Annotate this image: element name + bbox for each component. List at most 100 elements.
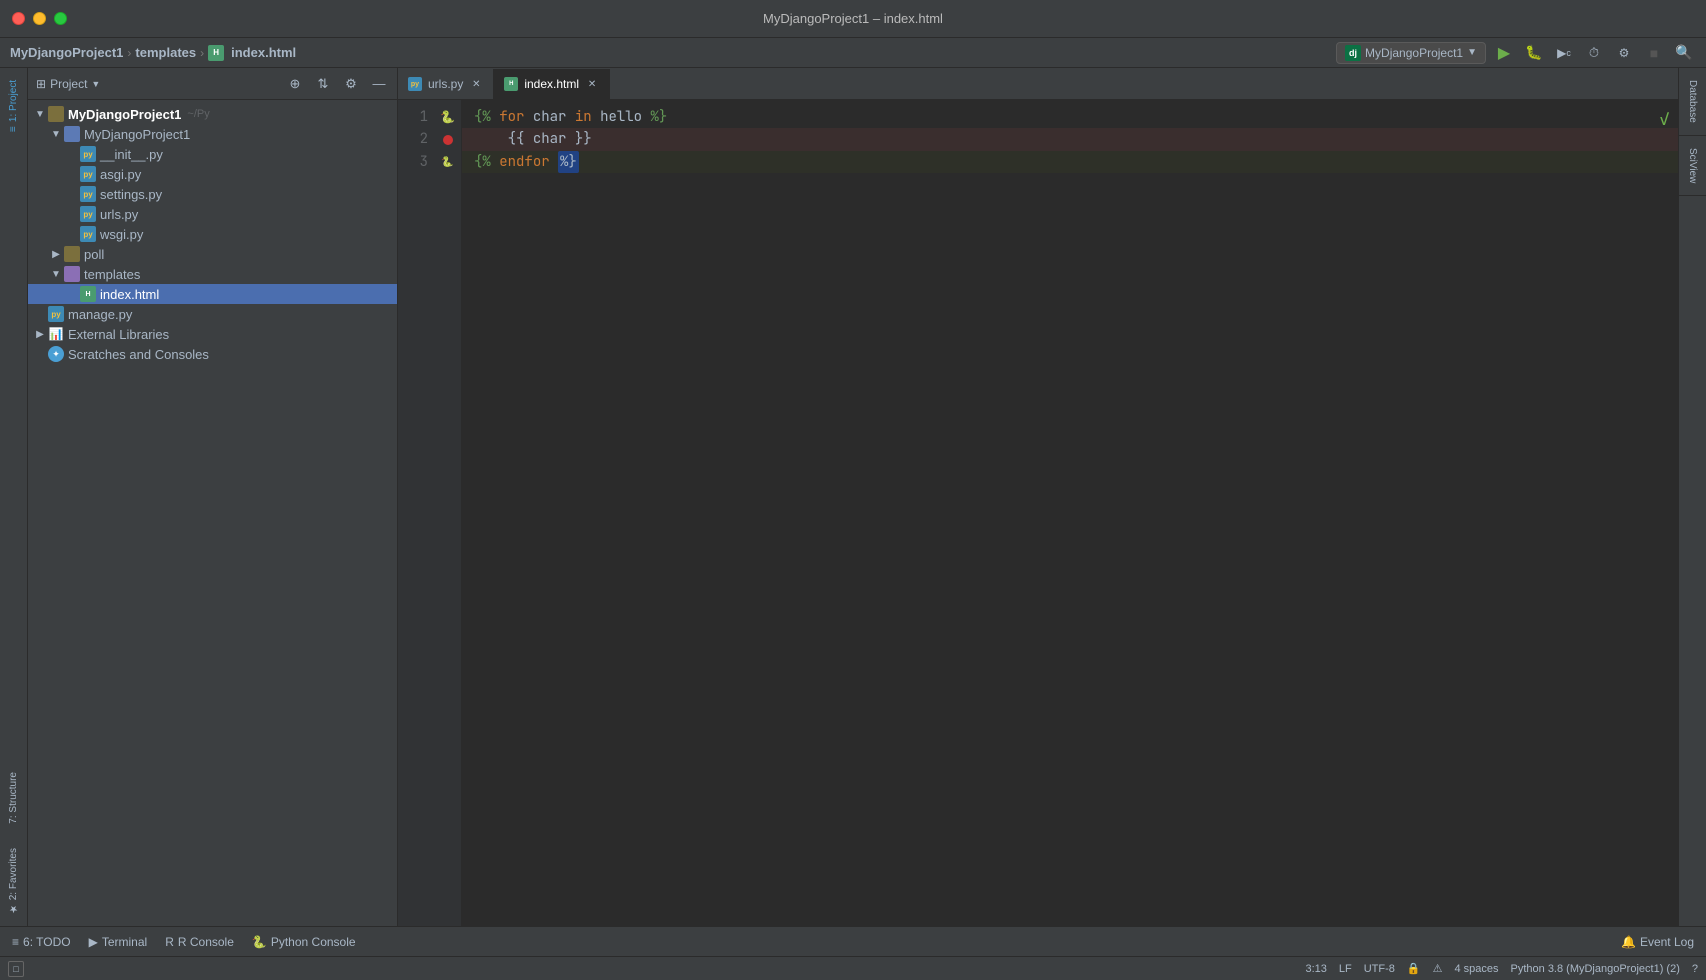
tab-close-urls[interactable]: ✕	[469, 77, 483, 91]
editor-area: py urls.py ✕ H index.html ✕ 1 2 3 🐍	[398, 68, 1678, 926]
tree-label-index-html: index.html	[100, 287, 159, 302]
code-space	[491, 106, 499, 128]
right-sidebar: Database SciView	[1678, 68, 1706, 926]
status-position[interactable]: 3:13	[1305, 963, 1326, 975]
run-config-dropdown-icon: ▼	[1467, 47, 1477, 58]
maximize-button[interactable]	[54, 12, 67, 25]
build-button[interactable]: ⚙	[1612, 41, 1636, 65]
breakpoint-line2[interactable]	[443, 135, 453, 145]
breadcrumb-templates[interactable]: templates	[135, 45, 196, 60]
status-help-icon[interactable]: ?	[1692, 963, 1698, 975]
search-everywhere-button[interactable]: 🔍	[1672, 41, 1696, 65]
bottom-tab-rconsole[interactable]: R R Console	[157, 931, 242, 953]
code-dbl-close: }}	[575, 128, 592, 150]
tree-item-mydjango-inner[interactable]: ▼ MyDjangoProject1	[28, 124, 397, 144]
breadcrumb-project[interactable]: MyDjangoProject1	[10, 45, 123, 60]
tree-item-asgi[interactable]: py asgi.py	[28, 164, 397, 184]
inner-folder-icon	[64, 126, 80, 142]
tab-py-icon: py	[408, 77, 422, 91]
line-numbers: 1 2 3	[398, 100, 434, 926]
right-tab-database[interactable]: Database	[1679, 68, 1706, 136]
tree-item-ext-libs[interactable]: ▶ 📊 External Libraries	[28, 324, 397, 344]
line-ending-value: LF	[1339, 963, 1352, 975]
bottom-tab-terminal[interactable]: ▶ Terminal	[81, 931, 156, 953]
tree-arrow-templates[interactable]: ▼	[48, 266, 64, 282]
tree-arrow-ext-libs[interactable]: ▶	[32, 326, 48, 342]
tree-arrow-inner[interactable]: ▼	[48, 126, 64, 142]
tree-item-urls[interactable]: py urls.py	[28, 204, 397, 224]
panel-locate-button[interactable]: ⊕	[285, 74, 305, 94]
code-lines[interactable]: {% for char in hello %} {{	[462, 100, 1678, 926]
tree-path: ~/Py	[187, 108, 209, 120]
warnings-icon: ⚠	[1433, 962, 1443, 975]
tree-label-scratches: Scratches and Consoles	[68, 347, 209, 362]
bottom-tab-pyconsole[interactable]: 🐍 Python Console	[244, 931, 364, 953]
sidebar-item-favorites[interactable]: ★ 2: Favorites	[4, 840, 23, 922]
status-lock-icon[interactable]: 🔒	[1407, 962, 1421, 975]
close-button[interactable]	[12, 12, 25, 25]
python-icon-gutter: 🐍	[440, 108, 455, 127]
project-panel: ⊞ Project ▼ ⊕ ⇅ ⚙ — ▼ MyDjangoProject1 ~…	[28, 68, 398, 926]
py-icon-init: py	[80, 146, 96, 162]
tree-item-settings[interactable]: py settings.py	[28, 184, 397, 204]
panel-settings-button[interactable]: ⚙	[341, 74, 361, 94]
tree-item-root[interactable]: ▼ MyDjangoProject1 ~/Py	[28, 104, 397, 124]
run-config-label: MyDjangoProject1	[1365, 46, 1463, 60]
debug-button[interactable]: 🐛	[1522, 41, 1546, 65]
tab-index-html[interactable]: H index.html ✕	[494, 69, 610, 99]
line-num-3: 3	[398, 151, 428, 173]
tree-item-poll[interactable]: ▶ poll	[28, 244, 397, 264]
py-icon-manage: py	[48, 306, 64, 322]
tree-label-templates: templates	[84, 267, 140, 282]
tree-item-templates[interactable]: ▼ templates	[28, 264, 397, 284]
tree-arrow-root[interactable]: ▼	[32, 106, 48, 122]
sidebar-item-project[interactable]: ≡ 1: Project	[4, 72, 23, 140]
html-icon-index: H	[80, 286, 96, 302]
status-python-version[interactable]: Python 3.8 (MyDjangoProject1) (2)	[1511, 963, 1680, 975]
run-button[interactable]: ▶	[1492, 41, 1516, 65]
tree-item-wsgi[interactable]: py wsgi.py	[28, 224, 397, 244]
tree-item-scratches[interactable]: ✦ Scratches and Consoles	[28, 344, 397, 364]
tab-urls-py[interactable]: py urls.py ✕	[398, 69, 494, 99]
py-icon-settings: py	[80, 186, 96, 202]
status-right: 3:13 LF UTF-8 🔒 ⚠ 4 spaces Python 3.8 (M…	[1305, 962, 1698, 975]
code-end-tag: %}	[650, 106, 667, 128]
py-icon-wsgi: py	[80, 226, 96, 242]
panel-collapse-button[interactable]: ⇅	[313, 74, 333, 94]
status-line-ending[interactable]: LF	[1339, 963, 1352, 975]
panel-minimize-button[interactable]: —	[369, 74, 389, 94]
project-panel-icon: ⊞	[36, 77, 46, 91]
tab-close-index[interactable]: ✕	[585, 77, 599, 91]
status-indent[interactable]: 4 spaces	[1454, 963, 1498, 975]
sidebar-item-structure[interactable]: 7: Structure	[4, 764, 23, 832]
main-area: ≡ 1: Project 7: Structure ★ 2: Favorites…	[0, 68, 1706, 926]
status-expand-button[interactable]: □	[8, 961, 24, 977]
minimize-button[interactable]	[33, 12, 46, 25]
profile-button[interactable]: ⏱	[1582, 41, 1606, 65]
toolbar-right: dj MyDjangoProject1 ▼ ▶ 🐛 ▶c ⏱ ⚙ ■ 🔍	[1336, 41, 1696, 65]
tree-label-manage: manage.py	[68, 307, 132, 322]
right-tab-sciview[interactable]: SciView	[1679, 136, 1706, 196]
tree-item-init[interactable]: py __init__.py	[28, 144, 397, 164]
run-config-button[interactable]: dj MyDjangoProject1 ▼	[1336, 42, 1486, 64]
editor-gutter: 🐍 🐍	[434, 100, 462, 926]
tree-label-urls: urls.py	[100, 207, 138, 222]
window-title: MyDjangoProject1 – index.html	[763, 11, 943, 26]
tree-item-manage[interactable]: py manage.py	[28, 304, 397, 324]
bottom-tab-eventlog[interactable]: 🔔 Event Log	[1613, 931, 1702, 953]
pyconsole-label: Python Console	[271, 935, 356, 949]
status-encoding[interactable]: UTF-8	[1364, 963, 1395, 975]
breadcrumb-file-icon: H	[208, 45, 224, 61]
indent-value: 4 spaces	[1454, 963, 1498, 975]
breadcrumb-file[interactable]: index.html	[231, 45, 296, 60]
tree-item-index-html[interactable]: H index.html	[28, 284, 397, 304]
run-with-coverage-button[interactable]: ▶c	[1552, 41, 1576, 65]
root-folder-icon	[48, 106, 64, 122]
bottom-tab-todo[interactable]: ≡ 6: TODO	[4, 931, 79, 953]
code-space	[592, 106, 600, 128]
tree-arrow-poll[interactable]: ▶	[48, 246, 64, 262]
stop-button[interactable]: ■	[1642, 41, 1666, 65]
status-warnings-icon[interactable]: ⚠	[1433, 962, 1443, 975]
panel-title[interactable]: ⊞ Project ▼	[36, 77, 100, 91]
py-icon-urls: py	[80, 206, 96, 222]
